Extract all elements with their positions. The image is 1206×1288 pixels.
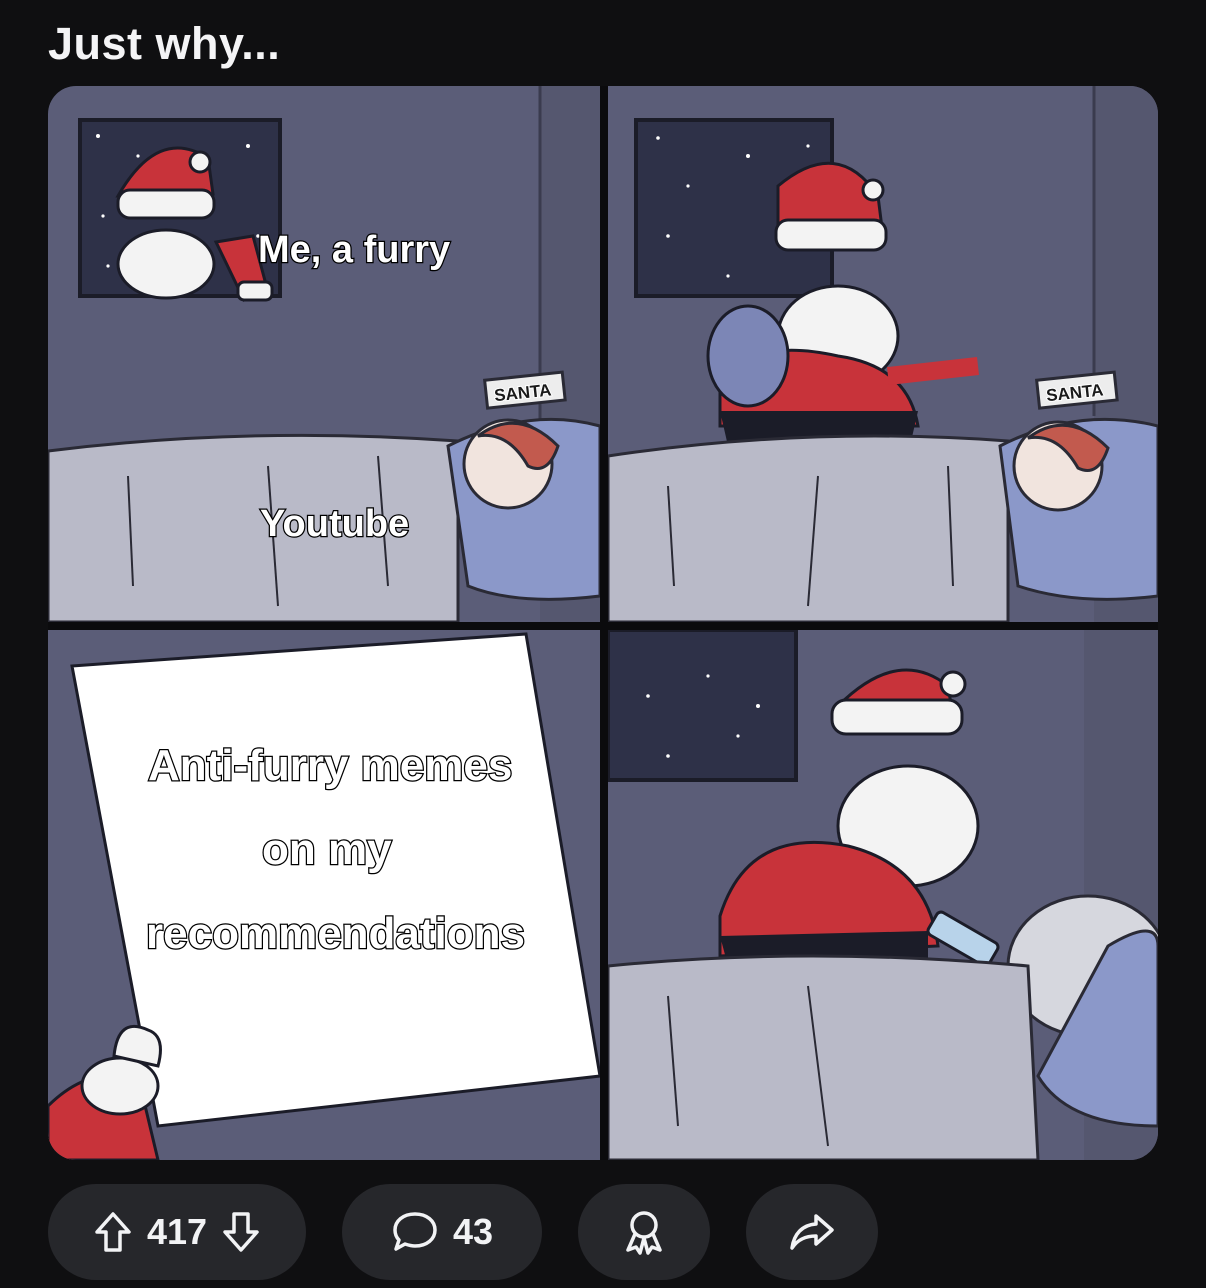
comic-panel-3: Anti-furry memes on my recommendations: [48, 630, 602, 1160]
post-action-bar: 417 43: [48, 1184, 878, 1280]
comment-count: 43: [452, 1211, 494, 1252]
downvote-button[interactable]: [221, 1210, 261, 1254]
post-card: Just why... Me, a furry SANTA Youtube SA…: [0, 0, 1206, 1288]
award-ribbon-icon: [626, 1211, 662, 1255]
arrow-down-icon: [223, 1212, 259, 1252]
comic-panel-2: SANTA: [606, 86, 1158, 624]
vote-control: 417: [48, 1184, 306, 1280]
post-image-meme[interactable]: Me, a furry SANTA Youtube SANTA Anti-fur…: [48, 86, 1158, 1160]
comic-panel-4: [606, 628, 1158, 1160]
panel-1-top-caption: Me, a furry: [258, 229, 450, 271]
arrow-up-icon: [95, 1212, 131, 1252]
letter-line-3: recommendations: [146, 909, 525, 958]
letter-line-1: Anti-furry memes: [148, 741, 512, 790]
award-button[interactable]: [578, 1184, 710, 1280]
share-button[interactable]: [746, 1184, 878, 1280]
upvote-button[interactable]: [93, 1210, 133, 1254]
share-arrow-icon: [790, 1214, 834, 1250]
post-title[interactable]: Just why...: [48, 18, 280, 70]
comments-button[interactable]: 43: [342, 1184, 542, 1280]
letter-line-2: on my: [262, 825, 392, 874]
panel-1-bottom-caption: Youtube: [260, 503, 409, 545]
speech-bubble-icon: [393, 1212, 437, 1251]
upvote-count: 417: [146, 1211, 208, 1252]
comic-panel-1: Me, a furry SANTA Youtube: [48, 86, 602, 624]
